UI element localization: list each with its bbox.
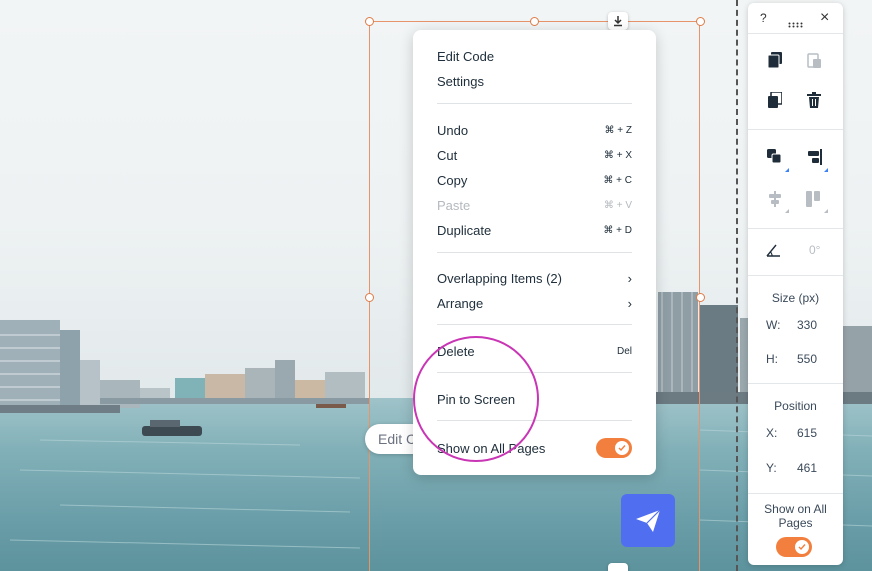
menu-item-settings[interactable]: Settings (437, 70, 632, 92)
x-value[interactable]: 615 (797, 426, 817, 440)
rotation-value[interactable]: 0° (809, 243, 820, 257)
panel-divider (748, 33, 843, 34)
match-size-icon (805, 190, 823, 208)
panel-header: ? × (748, 3, 843, 33)
highlight-ring (413, 336, 539, 462)
menu-item-arrange[interactable]: Arrange › (437, 292, 632, 314)
size-title: Size (px) (771, 291, 820, 305)
panel-divider (748, 383, 843, 384)
close-icon[interactable]: × (820, 9, 829, 27)
menu-item-label: Copy (437, 172, 468, 188)
paper-plane-button[interactable] (621, 494, 675, 547)
width-value[interactable]: 330 (797, 318, 817, 332)
menu-divider (437, 103, 632, 104)
position-title: Position (774, 399, 817, 413)
submenu-indicator (824, 209, 828, 213)
y-value[interactable]: 461 (797, 461, 817, 475)
width-label: W: (766, 318, 781, 332)
download-icon (614, 16, 622, 27)
panel-divider (748, 493, 843, 494)
menu-item-paste: Paste ⌘ + V (437, 194, 632, 216)
menu-item-shortcut: ⌘ + C (603, 174, 632, 186)
tool-panel: ? × 0° Size (px) W: 330 H: 550 Position … (748, 3, 843, 565)
menu-item-shortcut: ⌘ + Z (604, 124, 632, 136)
arrange-icon[interactable] (766, 148, 784, 166)
edit-pill-label: Edit C (378, 431, 417, 447)
panel-divider (748, 228, 843, 229)
x-label: X: (766, 426, 778, 440)
paper-plane-icon (636, 509, 661, 532)
toggle-knob (615, 441, 629, 455)
show-on-all-pages-panel-toggle[interactable] (776, 537, 812, 557)
delete-icon[interactable] (805, 91, 823, 109)
copy-design-icon[interactable] (766, 51, 784, 69)
bottom-handle[interactable] (608, 563, 628, 571)
menu-item-duplicate[interactable]: Duplicate ⌘ + D (437, 219, 632, 241)
distribute-icon (766, 190, 784, 208)
resize-handle-top-right[interactable] (696, 17, 705, 26)
resize-handle-left[interactable] (365, 293, 374, 302)
y-label: Y: (766, 461, 777, 475)
menu-item-copy[interactable]: Copy ⌘ + C (437, 169, 632, 191)
chevron-right-icon: › (627, 270, 632, 286)
menu-item-shortcut: ⌘ + V (603, 199, 632, 211)
help-icon[interactable]: ? (760, 11, 767, 25)
chevron-right-icon: › (627, 295, 632, 311)
menu-item-label: Edit Code (437, 48, 495, 64)
menu-item-label: Arrange (437, 295, 484, 311)
submenu-indicator (824, 168, 828, 172)
submenu-indicator (785, 168, 789, 172)
menu-item-cut[interactable]: Cut ⌘ + X (437, 144, 632, 166)
panel-divider (748, 129, 843, 130)
height-label: H: (766, 352, 778, 366)
menu-item-label: Settings (437, 73, 484, 89)
menu-item-edit-code[interactable]: Edit Code (437, 45, 632, 67)
submenu-indicator (785, 209, 789, 213)
menu-item-shortcut: ⌘ + D (603, 224, 632, 236)
menu-item-overlapping-items[interactable]: Overlapping Items (2) › (437, 267, 632, 289)
duplicate-icon[interactable] (766, 91, 784, 109)
menu-item-label: Cut (437, 147, 458, 163)
checkmark-icon (618, 445, 626, 452)
menu-item-label: Undo (437, 122, 469, 138)
resize-handle-top-left[interactable] (365, 17, 374, 26)
paste-design-icon (805, 51, 823, 69)
panel-divider (748, 275, 843, 276)
show-on-all-pages-toggle[interactable] (596, 438, 632, 458)
menu-divider (437, 252, 632, 253)
show-on-all-pages-label: Show on All Pages (764, 502, 827, 530)
toggle-knob (795, 540, 809, 554)
download-handle[interactable] (608, 12, 628, 30)
drag-handle-icon[interactable] (788, 15, 804, 33)
resize-handle-right[interactable] (696, 293, 705, 302)
height-value[interactable]: 550 (797, 352, 817, 366)
menu-item-label: Duplicate (437, 222, 492, 238)
menu-item-label: Paste (437, 197, 471, 213)
menu-item-shortcut: Del (616, 345, 632, 357)
menu-item-label: Overlapping Items (2) (437, 270, 562, 286)
resize-handle-top[interactable] (530, 17, 539, 26)
menu-item-undo[interactable]: Undo ⌘ + Z (437, 119, 632, 141)
menu-divider (437, 324, 632, 325)
page-boundary-guide (736, 0, 738, 571)
menu-item-shortcut: ⌘ + X (603, 149, 632, 161)
checkmark-icon (798, 544, 806, 551)
rotate-icon[interactable] (764, 241, 782, 259)
align-icon[interactable] (805, 148, 823, 166)
